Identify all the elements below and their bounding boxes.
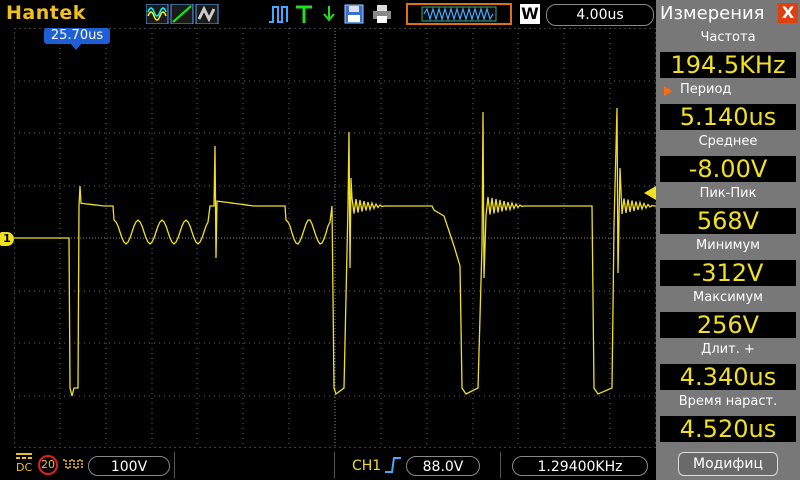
measure-value-period[interactable]: 5.140us <box>660 104 796 130</box>
trigger-channel-label: CH1 <box>352 458 382 474</box>
status-divider <box>174 452 175 478</box>
trigger-t-icon[interactable] <box>294 4 314 24</box>
brand-logo: Hantek <box>6 2 86 24</box>
status-divider <box>500 452 501 478</box>
waveform-type-icons[interactable] <box>146 4 220 24</box>
rising-edge-icon[interactable] <box>384 456 402 474</box>
close-icon[interactable]: X <box>778 3 798 23</box>
trigger-frequency-readout: 1.29400KHz <box>512 456 648 476</box>
measure-value-max[interactable]: 256V <box>660 312 796 338</box>
top-bar: Hantek W 4.00us <box>0 0 656 28</box>
coupling-indicator[interactable]: DC <box>14 452 34 476</box>
trigger-position-marker[interactable]: 25.70us <box>44 28 110 44</box>
volts-div-readout[interactable]: 100V <box>88 456 170 476</box>
trigger-level-readout[interactable]: 88.0V <box>406 456 480 476</box>
window-badge: W <box>520 4 540 24</box>
measure-label-mean: Среднее <box>698 134 758 149</box>
measure-value-pos-width[interactable]: 4.340us <box>660 364 796 390</box>
invert-wave-icon[interactable] <box>62 456 86 472</box>
measure-label-frequency: Частота <box>700 30 756 45</box>
dc-coupling-icon <box>16 453 32 459</box>
measure-value-frequency[interactable]: 194.5KHz <box>660 52 796 78</box>
measure-value-peak-peak[interactable]: 568V <box>660 208 796 234</box>
trigger-position-arrow <box>70 43 82 50</box>
print-icon[interactable] <box>372 4 392 24</box>
measure-label-peak-peak: Пик-Пик <box>699 186 757 201</box>
save-icon[interactable] <box>344 4 364 24</box>
measurements-panel: Измерения X Частота 194.5KHz Период 5.14… <box>656 0 800 480</box>
ch1-level-marker[interactable]: 1 <box>0 232 14 246</box>
trigger-arrow-icon <box>323 6 335 22</box>
measure-value-rise-time[interactable]: 4.520us <box>660 416 796 442</box>
measure-label-max: Максимум <box>693 290 763 305</box>
waveform-display <box>14 28 656 448</box>
measure-label-rise-time: Время нараст. <box>678 394 778 409</box>
trigger-level-marker[interactable] <box>644 186 656 200</box>
measure-value-min[interactable]: -312V <box>660 260 796 286</box>
timebase-readout[interactable]: 4.00us <box>546 4 654 26</box>
measure-value-mean[interactable]: -8.00V <box>660 156 796 182</box>
modify-button[interactable]: Модифиц <box>678 452 778 476</box>
measure-label-pos-width: Длит. + <box>701 342 755 357</box>
panel-title: Измерения <box>660 3 765 24</box>
run-stop-icon[interactable] <box>268 4 290 24</box>
status-divider <box>334 452 335 478</box>
bandwidth-limit-badge[interactable]: 20 <box>38 455 58 475</box>
measure-label-min: Минимум <box>696 238 760 253</box>
measure-label-period: Период <box>680 82 732 97</box>
coupling-label: DC <box>16 461 33 474</box>
waveform-window-icon[interactable] <box>406 3 512 25</box>
